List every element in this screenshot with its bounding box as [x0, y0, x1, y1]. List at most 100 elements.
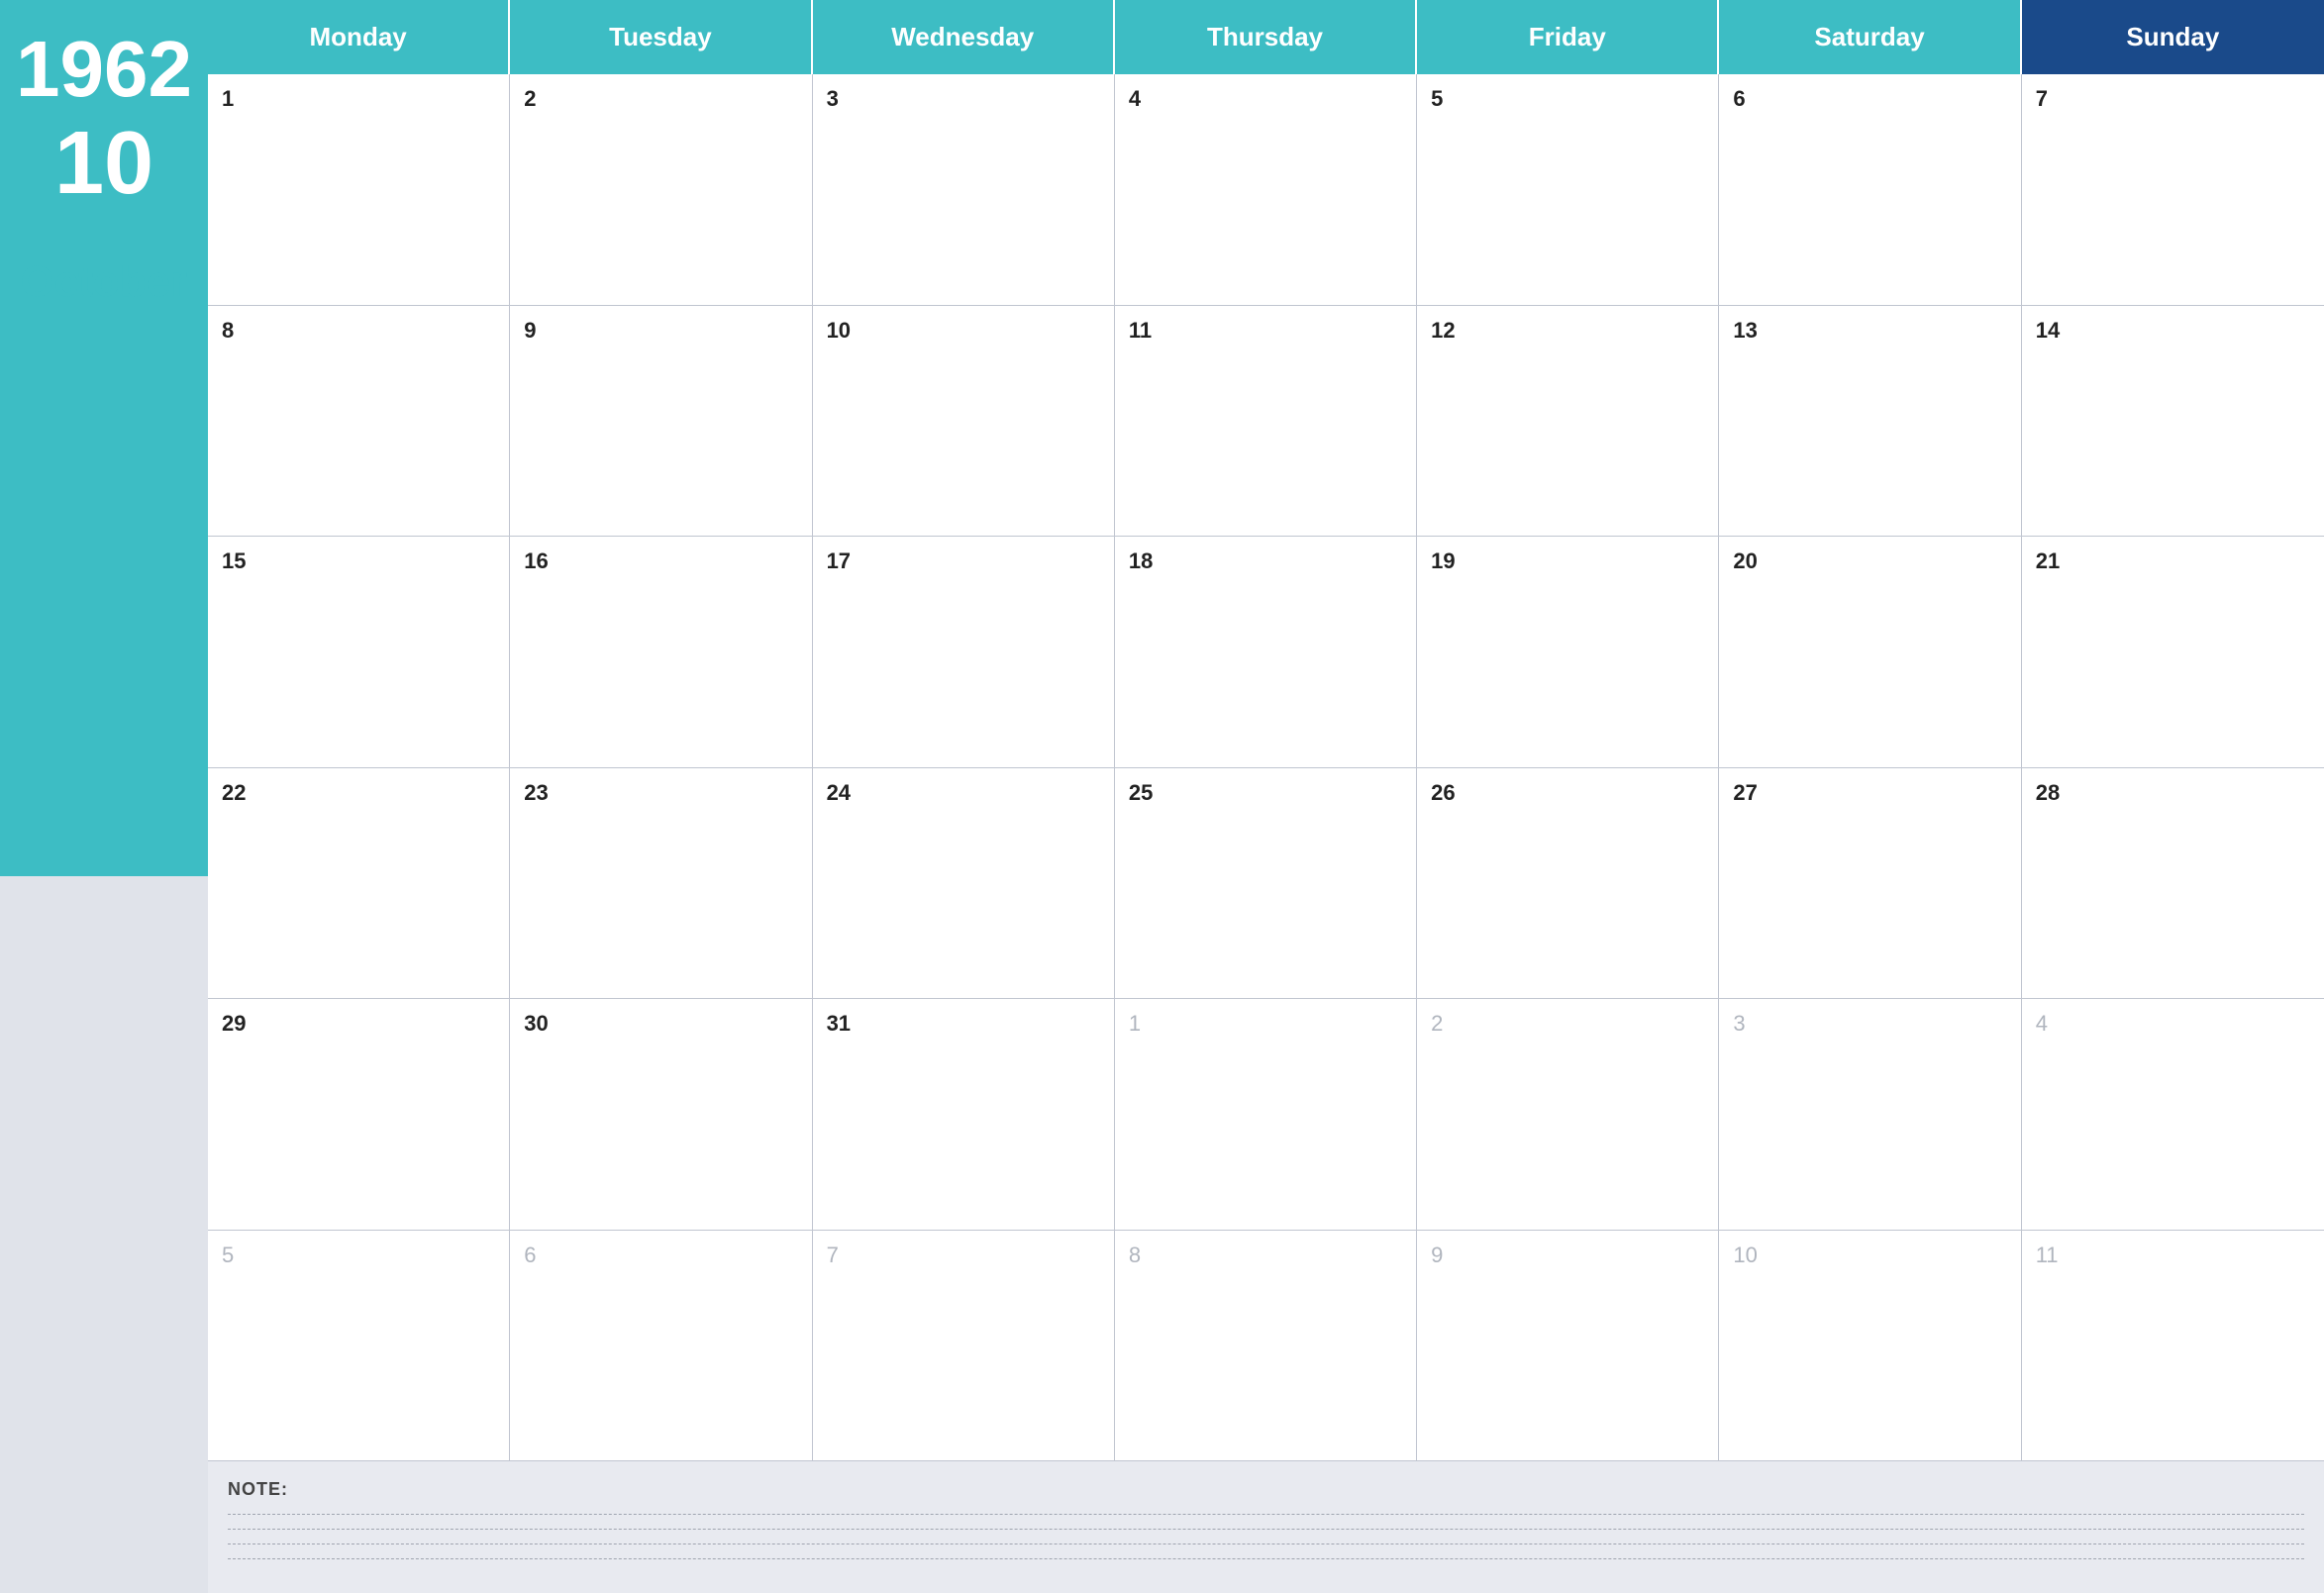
day-number: 10	[1733, 1243, 2006, 1268]
note-line-1	[228, 1514, 2304, 1515]
day-number: 26	[1431, 780, 1704, 806]
day-cell-w5-d2[interactable]: 7	[813, 1231, 1115, 1462]
day-number: 31	[827, 1011, 1100, 1037]
day-cell-w5-d4[interactable]: 9	[1417, 1231, 1719, 1462]
day-cell-w2-d2[interactable]: 17	[813, 537, 1115, 768]
day-number: 28	[2036, 780, 2310, 806]
day-header-sunday: Sunday	[2022, 0, 2324, 74]
day-cell-w1-d2[interactable]: 10	[813, 306, 1115, 538]
day-number: 3	[1733, 1011, 2006, 1037]
day-header-tuesday: Tuesday	[510, 0, 812, 74]
calendar-main: MondayTuesdayWednesdayThursdayFridaySatu…	[208, 0, 2324, 1593]
day-cell-w1-d4[interactable]: 12	[1417, 306, 1719, 538]
day-cell-w0-d6[interactable]: 7	[2022, 74, 2324, 306]
day-number: 5	[1431, 86, 1704, 112]
day-number: 1	[1129, 1011, 1402, 1037]
day-cell-w1-d3[interactable]: 11	[1115, 306, 1417, 538]
note-label: NOTE:	[228, 1479, 2304, 1500]
day-cell-w1-d1[interactable]: 9	[510, 306, 812, 538]
day-cell-w2-d1[interactable]: 16	[510, 537, 812, 768]
day-cell-w3-d2[interactable]: 24	[813, 768, 1115, 1000]
day-number: 11	[2036, 1243, 2310, 1268]
day-cell-w5-d3[interactable]: 8	[1115, 1231, 1417, 1462]
day-number: 16	[524, 548, 797, 574]
day-number: 1	[222, 86, 495, 112]
day-number: 6	[524, 1243, 797, 1268]
note-section: NOTE:	[208, 1461, 2324, 1593]
day-header-friday: Friday	[1417, 0, 1719, 74]
day-cell-w5-d0[interactable]: 5	[208, 1231, 510, 1462]
sidebar: 1962 10 October	[0, 0, 208, 1593]
day-cell-w1-d0[interactable]: 8	[208, 306, 510, 538]
day-number: 21	[2036, 548, 2310, 574]
day-cell-w1-d6[interactable]: 14	[2022, 306, 2324, 538]
note-line-2	[228, 1529, 2304, 1530]
day-number: 22	[222, 780, 495, 806]
note-line-4	[228, 1558, 2304, 1559]
calendar-wrapper: 1962 10 October MondayTuesdayWednesdayTh…	[0, 0, 2324, 1593]
day-number: 8	[222, 318, 495, 344]
day-cell-w4-d2[interactable]: 31	[813, 999, 1115, 1231]
day-cell-w4-d0[interactable]: 29	[208, 999, 510, 1231]
day-number: 20	[1733, 548, 2006, 574]
day-number: 27	[1733, 780, 2006, 806]
day-cell-w5-d1[interactable]: 6	[510, 1231, 812, 1462]
day-cell-w4-d6[interactable]: 4	[2022, 999, 2324, 1231]
day-number: 2	[524, 86, 797, 112]
day-number: 8	[1129, 1243, 1402, 1268]
day-number: 9	[524, 318, 797, 344]
day-number: 30	[524, 1011, 797, 1037]
day-number: 7	[827, 1243, 1100, 1268]
day-number: 18	[1129, 548, 1402, 574]
day-cell-w1-d5[interactable]: 13	[1719, 306, 2021, 538]
day-headers: MondayTuesdayWednesdayThursdayFridaySatu…	[208, 0, 2324, 74]
day-cell-w0-d4[interactable]: 5	[1417, 74, 1719, 306]
day-cell-w2-d5[interactable]: 20	[1719, 537, 2021, 768]
day-number: 4	[2036, 1011, 2310, 1037]
day-cell-w4-d4[interactable]: 2	[1417, 999, 1719, 1231]
day-number: 9	[1431, 1243, 1704, 1268]
day-cell-w3-d4[interactable]: 26	[1417, 768, 1719, 1000]
day-number: 6	[1733, 86, 2006, 112]
day-cell-w5-d5[interactable]: 10	[1719, 1231, 2021, 1462]
day-cell-w3-d5[interactable]: 27	[1719, 768, 2021, 1000]
day-number: 7	[2036, 86, 2310, 112]
day-number: 13	[1733, 318, 2006, 344]
day-header-thursday: Thursday	[1115, 0, 1417, 74]
day-cell-w0-d1[interactable]: 2	[510, 74, 812, 306]
day-cell-w4-d5[interactable]: 3	[1719, 999, 2021, 1231]
day-header-wednesday: Wednesday	[813, 0, 1115, 74]
day-cell-w4-d3[interactable]: 1	[1115, 999, 1417, 1231]
day-number: 5	[222, 1243, 495, 1268]
day-number: 25	[1129, 780, 1402, 806]
note-line-3	[228, 1543, 2304, 1544]
day-number: 4	[1129, 86, 1402, 112]
day-cell-w4-d1[interactable]: 30	[510, 999, 812, 1231]
day-number: 2	[1431, 1011, 1704, 1037]
day-number: 11	[1129, 318, 1402, 344]
day-number: 3	[827, 86, 1100, 112]
day-number: 14	[2036, 318, 2310, 344]
day-number: 17	[827, 548, 1100, 574]
day-cell-w2-d0[interactable]: 15	[208, 537, 510, 768]
day-cell-w3-d0[interactable]: 22	[208, 768, 510, 1000]
day-number: 10	[827, 318, 1100, 344]
day-number: 15	[222, 548, 495, 574]
day-cell-w0-d5[interactable]: 6	[1719, 74, 2021, 306]
day-cell-w2-d6[interactable]: 21	[2022, 537, 2324, 768]
day-cell-w2-d4[interactable]: 19	[1417, 537, 1719, 768]
calendar-grid: 1234567891011121314151617181920212223242…	[208, 74, 2324, 1461]
day-cell-w0-d0[interactable]: 1	[208, 74, 510, 306]
day-cell-w5-d6[interactable]: 11	[2022, 1231, 2324, 1462]
day-number: 29	[222, 1011, 495, 1037]
day-cell-w3-d3[interactable]: 25	[1115, 768, 1417, 1000]
day-cell-w0-d2[interactable]: 3	[813, 74, 1115, 306]
day-cell-w3-d6[interactable]: 28	[2022, 768, 2324, 1000]
sidebar-year: 1962	[16, 30, 192, 109]
day-cell-w2-d3[interactable]: 18	[1115, 537, 1417, 768]
day-number: 12	[1431, 318, 1704, 344]
day-cell-w3-d1[interactable]: 23	[510, 768, 812, 1000]
sidebar-month-name: October	[21, 257, 188, 307]
day-cell-w0-d3[interactable]: 4	[1115, 74, 1417, 306]
day-number: 24	[827, 780, 1100, 806]
